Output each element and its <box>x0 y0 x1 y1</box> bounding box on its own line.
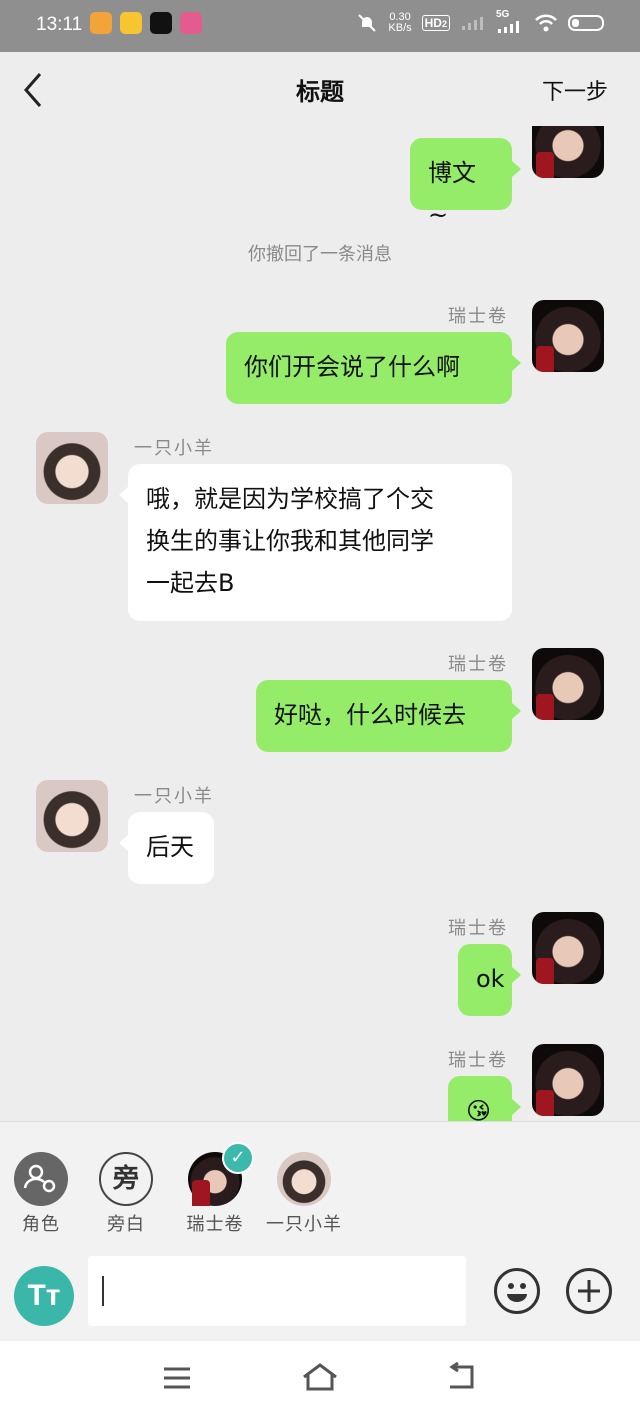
text-caret <box>102 1276 104 1306</box>
home-icon[interactable] <box>300 1361 340 1393</box>
mute-icon <box>358 14 377 32</box>
chat-bubble[interactable]: ok <box>458 944 521 1016</box>
avatar-yizhixiaoyang[interactable] <box>36 432 108 504</box>
add-button[interactable] <box>566 1268 612 1314</box>
chat-bubble[interactable]: 好哒，什么时候去 <box>256 680 521 752</box>
chat-bubble[interactable]: 😘 <box>448 1076 521 1121</box>
title-bar: 标题 下一步 <box>0 52 640 126</box>
signal-5g-icon: 5G <box>496 9 524 34</box>
role-button-narration[interactable]: 旁 旁白 <box>86 1152 166 1236</box>
avatar-ruishijuan: ✓ <box>188 1142 254 1206</box>
weibo-icon <box>120 12 142 34</box>
sender-name: 瑞士卷 <box>448 918 508 939</box>
status-time: 13:11 <box>36 14 83 35</box>
avatar-ruishijuan[interactable] <box>532 648 604 720</box>
signal-bars-icon-1 <box>462 17 483 30</box>
menu-icon[interactable] <box>160 1363 194 1393</box>
smiley-icon <box>507 1283 527 1302</box>
avatar-yizhixiaoyang[interactable] <box>36 780 108 852</box>
role-button-characters[interactable]: 角色 <box>1 1152 81 1236</box>
battery-icon <box>568 15 604 31</box>
network-speed: 0.30 KB/s <box>388 11 412 34</box>
back-nav-icon[interactable] <box>444 1361 480 1393</box>
system-message: 你撤回了一条消息 <box>248 244 392 265</box>
app-icon <box>180 12 202 34</box>
font-style-button[interactable]: Tт <box>14 1266 74 1326</box>
status-app-icons <box>90 12 202 34</box>
sender-name: 瑞士卷 <box>448 654 508 675</box>
narration-icon: 旁 <box>99 1152 153 1206</box>
plus-icon <box>578 1280 600 1302</box>
sender-name: 一只小羊 <box>134 438 214 459</box>
avatar-ruishijuan[interactable] <box>532 1044 604 1116</box>
role-label: 一只小羊 <box>266 1214 342 1235</box>
emoji-button[interactable] <box>494 1268 540 1314</box>
app-notification-icon <box>90 12 112 34</box>
message-input[interactable] <box>88 1256 466 1326</box>
role-label: 旁白 <box>107 1214 145 1235</box>
status-right: 0.30 KB/s HD2 5G <box>356 9 604 34</box>
chat-bubble[interactable]: 后天 <box>119 812 214 884</box>
status-bar: 13:11 0.30 KB/s HD2 5G <box>0 0 640 52</box>
role-label: 角色 <box>22 1214 60 1235</box>
avatar-ruishijuan[interactable] <box>532 126 604 178</box>
system-nav-bar <box>0 1341 640 1415</box>
role-settings-icon <box>14 1152 68 1206</box>
chat-bubble[interactable]: 博文~ <box>410 138 521 229</box>
role-button-ruishijuan[interactable]: ✓ 瑞士卷 <box>175 1142 255 1236</box>
chat-bubble[interactable]: 你们开会说了什么啊 <box>226 332 521 404</box>
avatar-ruishijuan[interactable] <box>532 300 604 372</box>
avatar-ruishijuan[interactable] <box>532 912 604 984</box>
composer-panel: 角色 旁 旁白 ✓ 瑞士卷 一只小羊 Tт <box>0 1121 640 1342</box>
chat-bubble[interactable]: 哦，就是因为学校搞了个交 换生的事让你我和其他同学 一起去B <box>119 464 512 621</box>
sender-name: 瑞士卷 <box>448 306 508 327</box>
avatar-yizhixiaoyang <box>277 1152 331 1206</box>
wifi-icon <box>535 14 557 32</box>
tiktok-icon <box>150 12 172 34</box>
hd-icon: HD2 <box>421 15 450 31</box>
role-button-yizhixiaoyang[interactable]: 一只小羊 <box>264 1152 344 1236</box>
sender-name: 一只小羊 <box>134 786 214 807</box>
next-step-button[interactable]: 下一步 <box>542 74 608 106</box>
role-label: 瑞士卷 <box>186 1214 244 1235</box>
chat-area[interactable]: 博文~ 你撤回了一条消息 瑞士卷 你们开会说了什么啊 一只小羊 哦，就是因为学校… <box>0 126 640 1121</box>
sender-name: 瑞士卷 <box>448 1050 508 1071</box>
check-icon: ✓ <box>222 1142 254 1174</box>
